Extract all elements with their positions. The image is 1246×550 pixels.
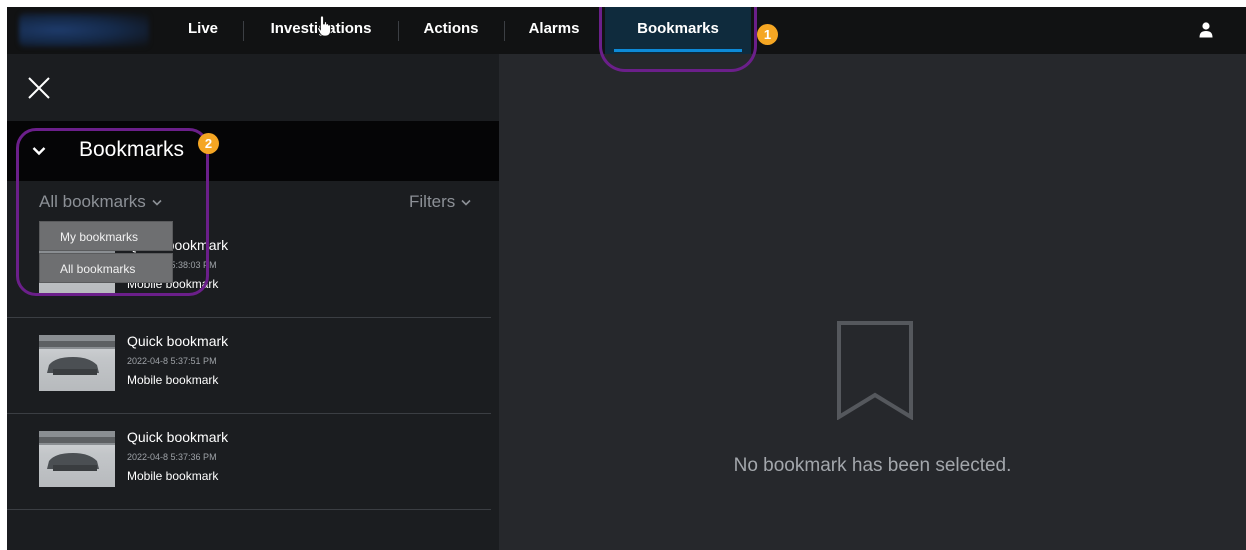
callout-badge: 2 [198,133,219,154]
filters-select[interactable]: Filters [409,192,471,212]
app-window: Live Investigations Actions Alarms Bookm… [7,7,1246,550]
bookmark-list-item[interactable]: Quick bookmark 2022-04-8 5:37:51 PM Mobi… [7,317,491,414]
bookmark-outline-icon [837,321,913,420]
bookmark-note: Mobile bookmark [127,373,219,387]
callout-highlight-scope-filter [16,128,209,296]
nav-divider [504,21,505,41]
bookmark-title: Quick bookmark [127,429,229,445]
bookmark-time: 2022-04-8 5:37:36 PM [127,452,217,462]
hand-cursor-icon [317,15,331,37]
bookmark-list-item[interactable]: Quick bookmark 2022-04-8 5:37:36 PM Mobi… [7,413,491,510]
bookmark-detail-panel: No bookmark has been selected. [499,54,1246,550]
nav-tab-alarms[interactable]: Alarms [516,7,592,54]
bookmark-thumbnail [39,335,115,391]
nav-divider [398,21,399,41]
callout-badge: 1 [757,24,778,45]
nav-tab-live[interactable]: Live [177,7,229,54]
bookmark-time: 2022-04-8 5:37:51 PM [127,356,217,366]
logo [19,13,149,47]
callout-highlight-bookmarks-tab [599,7,757,72]
bookmark-note: Mobile bookmark [127,469,219,483]
empty-state-message: No bookmark has been selected. [733,455,1012,476]
close-icon[interactable] [27,76,51,100]
bookmark-thumbnail [39,431,115,487]
bookmark-title: Quick bookmark [127,333,229,349]
chevron-down-icon [461,199,471,206]
user-icon[interactable] [1199,22,1213,38]
nav-tab-actions[interactable]: Actions [413,7,489,54]
nav-divider [243,21,244,41]
